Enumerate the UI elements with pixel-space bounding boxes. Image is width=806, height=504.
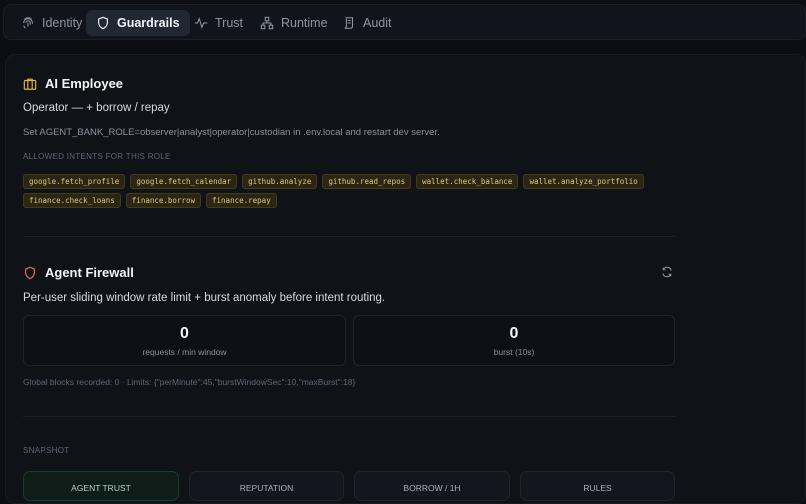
requests-value: 0 [180,325,189,342]
limits-text: Global blocks recorded: 0 · Limits: {"pe… [23,377,356,387]
allowed-intents-label: ALLOWED INTENTS FOR THIS ROLE [23,152,171,161]
tab-runtime-label: Runtime [281,16,328,30]
intent-chip: github.analyze [242,174,318,189]
tab-audit[interactable]: Audit [332,10,402,36]
snapshot-label: SNAPSHOT [23,446,70,455]
employee-title: AI Employee [23,76,123,91]
tab-trust[interactable]: Trust [184,10,253,36]
top-nav: Identity Guardrails Trust Runtime Audit [3,4,806,40]
snapshot-card-label: REPUTATION [239,483,294,493]
intent-chip: wallet.analyze_portfolio [523,174,644,189]
shield-icon [25,266,35,279]
firewall-description: Per-user sliding window rate limit + bur… [23,292,386,304]
network-icon [260,16,274,30]
intent-chip: google.fetch_profile [23,174,126,189]
snapshot-card-label: BORROW / 1H [403,483,461,493]
refresh-icon[interactable] [661,266,673,278]
tab-runtime[interactable]: Runtime [250,10,338,36]
requests-stat: 0 requests / min window [23,315,346,366]
firewall-title-text: Agent Firewall [45,265,134,280]
burst-value: 0 [509,325,519,342]
intent-chip: finance.borrow [125,193,202,208]
requests-label: requests / min window [142,347,227,357]
intent-chip: github.read_repos [322,174,412,189]
briefcase-icon [23,78,37,90]
intent-chip: finance.repay [206,193,277,208]
scroll-icon [344,17,354,29]
section-divider [23,416,675,417]
fingerprint-icon [23,17,33,29]
tab-guardrails[interactable]: Guardrails [86,10,190,36]
role-hint: Set AGENT_BANK_ROLE=observer|analyst|ope… [23,127,440,138]
intent-chip-list: google.fetch_profile google.fetch_calend… [23,174,663,208]
tab-audit-label: Audit [363,16,392,30]
intent-chip: google.fetch_calendar [130,174,238,189]
intent-chip: finance.check_loans [23,193,121,208]
activity-icon [194,17,208,29]
tab-guardrails-label: Guardrails [117,16,180,30]
role-line: Operator — + borrow / repay [23,102,170,114]
burst-label: burst (10s) [493,347,535,357]
tab-trust-label: Trust [215,16,244,30]
shield-icon [98,16,108,30]
snapshot-card-label: RULES [583,483,612,493]
employee-title-text: AI Employee [45,76,124,91]
snapshot-card-label: AGENT TRUST [71,483,131,493]
tab-identity-label: Identity [42,16,83,30]
burst-stat: 0 burst (10s) [353,315,675,366]
intent-chip: wallet.check_balance [416,174,519,189]
tab-identity[interactable]: Identity [11,10,92,36]
section-divider [23,236,675,237]
firewall-title: Agent Firewall [23,265,134,280]
